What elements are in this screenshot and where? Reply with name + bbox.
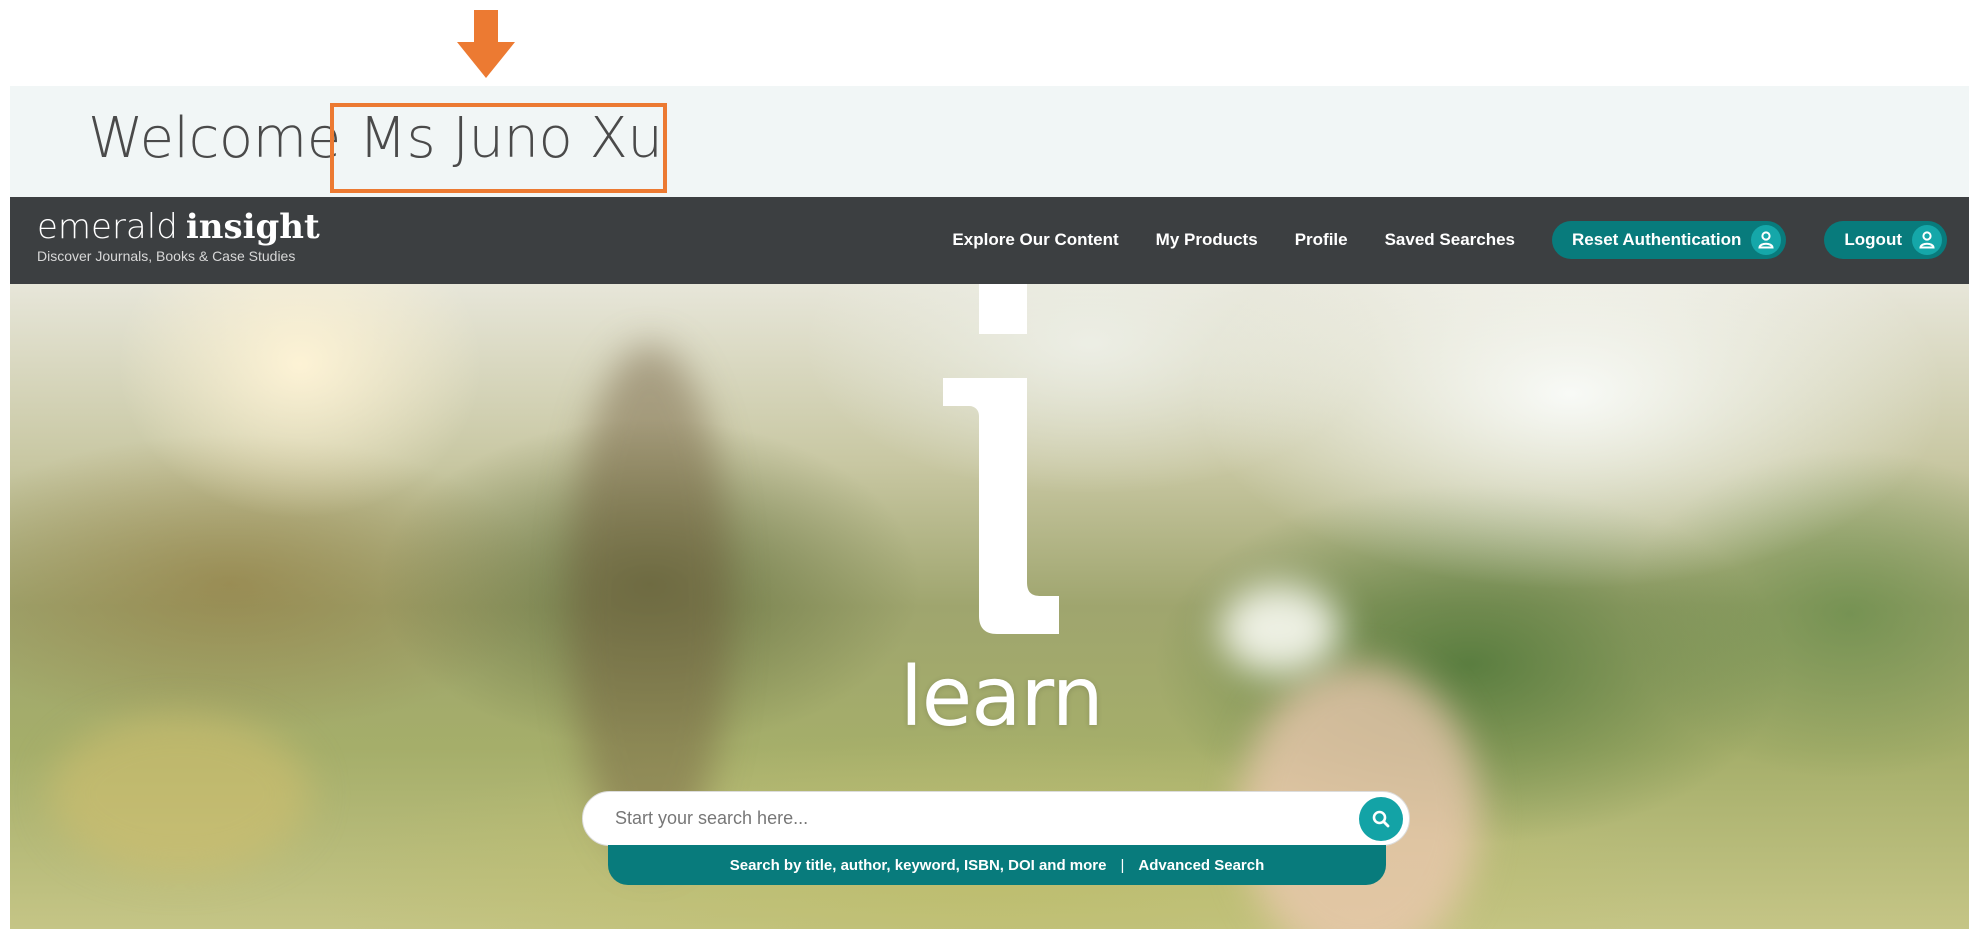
nav-profile[interactable]: Profile [1295,230,1348,250]
reset-authentication-label: Reset Authentication [1572,230,1742,249]
search-hint-bar: Search by title, author, keyword, ISBN, … [608,845,1386,885]
down-arrow-icon [457,10,515,78]
main-nav: Explore Our Content My Products Profile … [915,221,1947,259]
reset-authentication-button[interactable]: Reset Authentication [1552,221,1787,259]
site-header: emerald insight Discover Journals, Books … [10,197,1969,284]
welcome-message: Welcome Ms Juno Xu [88,106,663,171]
search-input[interactable] [613,792,1313,845]
user-icon [1912,225,1942,255]
insight-i-logo-icon [943,284,1059,634]
logout-button[interactable]: Logout [1824,221,1947,259]
hero-word: learn [900,650,1104,745]
logout-label: Logout [1844,230,1902,249]
nav-my-products[interactable]: My Products [1156,230,1258,250]
search-hint: Search by title, author, keyword, ISBN, … [729,856,1107,874]
nav-saved-searches[interactable]: Saved Searches [1385,230,1515,250]
welcome-greeting: Welcome [88,106,341,171]
user-icon [1751,225,1782,255]
logo-tagline: Discover Journals, Books & Case Studies [37,248,296,264]
search-hint-separator: | [1120,856,1125,874]
user-name: Ms Juno Xu [358,106,663,171]
logo-light: emerald [37,207,178,247]
hero-background-blob [50,714,310,874]
search-bar [582,791,1410,846]
search-button[interactable] [1359,797,1403,841]
search-icon [1372,810,1390,828]
site-logo[interactable]: emerald insight Discover Journals, Books … [37,209,320,264]
advanced-search-link[interactable]: Advanced Search [1138,857,1264,874]
nav-explore-our-content[interactable]: Explore Our Content [952,230,1118,250]
hero-background-blob [1220,584,1340,674]
logo-wordmark: emerald insight [37,209,320,245]
hero-background-blob [570,344,730,864]
logo-bold: insight [185,207,320,247]
